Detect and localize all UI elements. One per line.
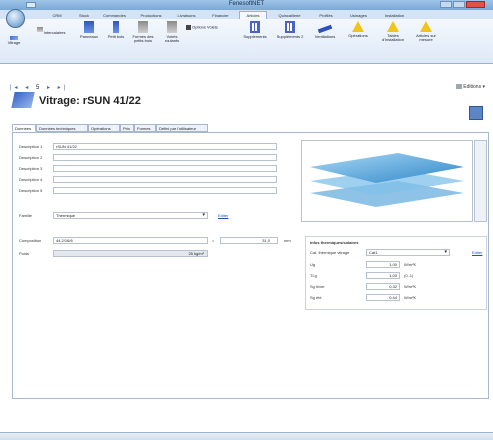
description-1-label: Description 1	[19, 144, 43, 149]
sg-hiver-label: Sg hiver	[310, 284, 325, 289]
thermal-title: Infos thermiques/solaires	[310, 240, 359, 245]
page-title: Vitrage: rSUN 41/22	[39, 95, 141, 107]
tab-operations[interactable]: Opérations	[88, 124, 120, 132]
editions-menu[interactable]: Editions ▾	[455, 84, 485, 90]
maximize-button[interactable]	[453, 1, 465, 8]
description-2-label: Description 2	[19, 155, 43, 160]
formes-petits-bois-button[interactable]: Formes des petits bois	[128, 21, 158, 43]
description-3-field[interactable]	[53, 165, 277, 172]
thermal-category-label: Cat. thermique vitrage	[310, 250, 350, 255]
equals-sign: =	[212, 238, 215, 243]
description-5-field[interactable]	[53, 187, 277, 194]
tlg-field[interactable]: 1,00	[366, 272, 400, 279]
tab-crm[interactable]: CRM	[44, 11, 70, 18]
composition-label: Composition	[19, 238, 42, 243]
print-icon	[455, 84, 462, 90]
petit-bois-button[interactable]: Petit bois	[106, 21, 126, 39]
volets-roulants-button[interactable]: Volets roulants	[159, 21, 185, 43]
tlg-unit: (0..1)	[404, 273, 414, 278]
tab-formes[interactable]: Formes	[134, 124, 156, 132]
tab-productions[interactable]: Productions	[134, 11, 168, 18]
operation-icon	[352, 21, 364, 32]
tlg-label: TLg	[310, 273, 317, 278]
sg-ete-unit: W/m²K	[404, 295, 417, 300]
panel-icon	[84, 21, 94, 33]
glass-preview	[301, 140, 473, 222]
install-table-icon	[387, 21, 399, 32]
tab-profiles[interactable]: Profilés	[312, 11, 340, 18]
composition-field[interactable]: 44.2/16/6	[53, 237, 208, 244]
last-record-button[interactable]: ▸|	[58, 85, 69, 91]
shutter-icon	[167, 21, 177, 33]
tab-donnees[interactable]: Données	[12, 124, 36, 132]
poids-label: Poids	[19, 251, 30, 256]
preview-scrollbar[interactable]	[474, 140, 487, 222]
intercalaires-button[interactable]: Intercalaires	[32, 27, 70, 35]
panneaux-button[interactable]: Panneaux	[74, 21, 104, 39]
record-number: 5	[35, 85, 43, 91]
ug-field[interactable]: 1,00	[366, 261, 400, 268]
glass-illustration	[310, 153, 464, 207]
description-5-label: Description 5	[19, 188, 43, 193]
thermal-edit-link[interactable]: Editer	[472, 250, 482, 255]
ug-label: Ug	[310, 262, 316, 267]
supplement2-icon	[285, 21, 295, 33]
description-1-field[interactable]: rSUN 41/22	[53, 143, 277, 150]
famille-select[interactable]: Thermique	[53, 212, 208, 219]
ventilation-icon	[317, 24, 333, 34]
tab-commandes[interactable]: Commandes	[98, 11, 131, 18]
sg-ete-label: Sg été	[310, 295, 322, 300]
description-2-field[interactable]	[53, 154, 277, 161]
poids-field: 25 kg/m²	[53, 250, 208, 257]
tab-stock[interactable]: Stock	[73, 11, 95, 18]
options-volets-button[interactable]: Options Volets	[186, 25, 236, 30]
vitrage-button[interactable]: Vitrage	[3, 36, 25, 45]
ug-unit: W/m²K	[404, 262, 417, 267]
tab-quincaillerie[interactable]: Quincaillerie	[270, 11, 309, 18]
tab-defini-utilisateur[interactable]: Défini par l'utilisateur	[156, 124, 208, 132]
tab-installation[interactable]: Installation	[377, 11, 412, 18]
spacer-icon	[36, 27, 43, 32]
supplement-icon	[250, 21, 260, 33]
next-record-button[interactable]: ▸	[47, 85, 53, 91]
wood-icon	[113, 21, 119, 33]
tab-livraisons[interactable]: Livraisons	[171, 11, 202, 18]
sg-hiver-field[interactable]: 0,32	[366, 283, 400, 290]
side-panel-icon[interactable]	[469, 106, 483, 120]
record-navigator: |◂ ◂ 5 ▸ ▸|	[10, 84, 68, 91]
thermal-info-box: Infos thermiques/solaires Cat. thermique…	[305, 236, 487, 310]
famille-edit-link[interactable]: Editer	[218, 213, 228, 218]
custom-article-icon	[420, 21, 432, 32]
application-menu-button[interactable]	[6, 9, 25, 28]
window-title: FenesoftNET	[228, 1, 265, 7]
tab-financier[interactable]: Financier	[205, 11, 236, 18]
minimize-button[interactable]	[440, 1, 452, 8]
thickness-spinner[interactable]: 31,0	[220, 237, 278, 244]
options-icon	[186, 25, 191, 30]
ventilations-button[interactable]: Ventilations	[309, 21, 341, 39]
description-3-label: Description 3	[19, 166, 43, 171]
prev-record-button[interactable]: ◂	[25, 85, 31, 91]
tab-usinages[interactable]: Usinages	[343, 11, 374, 18]
description-4-field[interactable]	[53, 176, 277, 183]
famille-label: Famille	[19, 213, 32, 218]
close-button[interactable]	[466, 1, 485, 8]
articles-sur-mesure-button[interactable]: Articles sur mesure	[410, 21, 442, 42]
ribbon-articles: Vitrage Intercalaires Panneaux Petit boi…	[0, 19, 493, 64]
tables-installation-button[interactable]: Tables d'installation	[376, 21, 410, 42]
sg-hiver-unit: W/m²K	[404, 284, 417, 289]
operations-button[interactable]: Opérations	[343, 21, 373, 38]
glass-pane-icon	[11, 92, 35, 108]
thickness-unit: mm	[284, 238, 291, 243]
description-4-label: Description 4	[19, 177, 43, 182]
thermal-category-select[interactable]: Cat1	[366, 249, 450, 256]
supplements-button[interactable]: Suppléments	[238, 21, 272, 39]
tab-donnees-techniques[interactable]: Données techniques	[36, 124, 88, 132]
tab-prix[interactable]: Prix	[120, 124, 134, 132]
shape-icon	[138, 21, 148, 33]
first-record-button[interactable]: |◂	[10, 85, 21, 91]
supplements-2-button[interactable]: Suppléments 2	[272, 21, 308, 39]
sg-ete-field[interactable]: 0,44	[366, 294, 400, 301]
title-bar: FenesoftNET	[0, 0, 493, 10]
